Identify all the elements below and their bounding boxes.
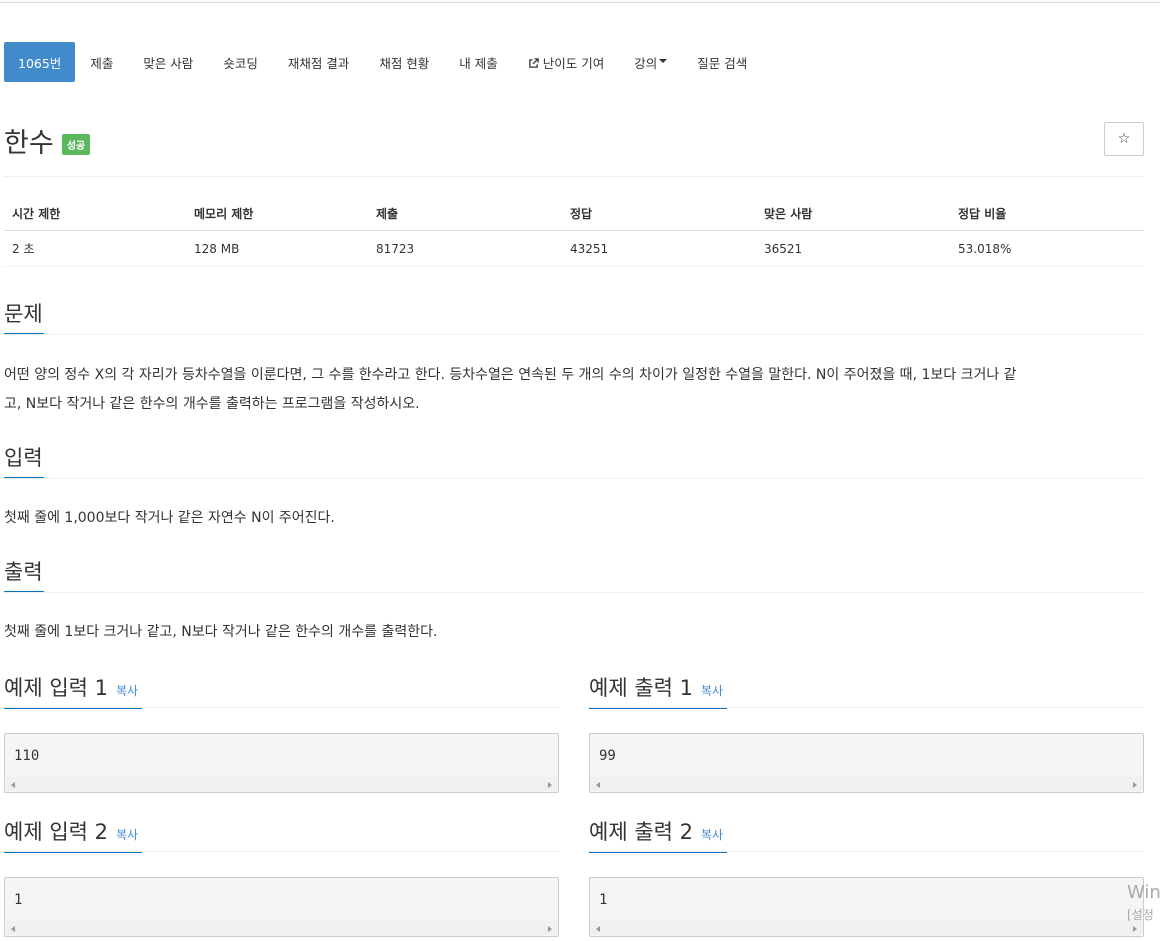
horizontal-scrollbar[interactable]	[591, 921, 1142, 935]
header-correct: 정답	[570, 207, 593, 221]
scroll-left-icon[interactable]	[11, 926, 15, 932]
sample-output-1-heading: 예제 출력 1 복사	[589, 672, 727, 709]
caret-down-icon	[659, 59, 668, 63]
copy-button[interactable]: 복사	[701, 828, 723, 842]
problem-description: 어떤 양의 정수 X의 각 자리가 등차수열을 이룬다면, 그 수를 한수라고 …	[4, 361, 1017, 419]
scroll-right-icon[interactable]	[1133, 926, 1137, 932]
sample-input-1-heading: 예제 입력 1 복사	[4, 672, 142, 709]
scroll-left-icon[interactable]	[596, 782, 600, 788]
output-description: 첫째 줄에 1보다 크거나 같고, N보다 작거나 같은 한수의 개수를 출력한…	[4, 624, 438, 640]
heading-text: 출력	[4, 560, 43, 584]
tab-label: 강의	[634, 55, 658, 71]
sample-code: 99	[599, 748, 616, 764]
tab-short-coding[interactable]: 숏코딩	[208, 42, 273, 82]
tab-my-submissions[interactable]: 내 제출	[444, 42, 512, 82]
table-row: 2 초 128 MB 81723 43251 36521 53.018%	[4, 231, 1144, 267]
scroll-right-icon[interactable]	[1133, 782, 1137, 788]
cell-memory-limit: 128 MB	[194, 241, 240, 256]
scroll-right-icon[interactable]	[548, 926, 552, 932]
heading-text: 예제 출력 1	[589, 676, 693, 700]
tab-label: 맞은 사람	[143, 55, 194, 71]
section-divider	[4, 851, 558, 852]
section-divider	[589, 851, 1144, 852]
heading-text: 예제 출력 2	[589, 820, 693, 844]
watermark-line: [설정	[1127, 908, 1154, 922]
heading-text: 예제 입력 1	[4, 676, 108, 700]
scroll-left-icon[interactable]	[596, 926, 600, 932]
section-heading-problem: 문제	[4, 298, 44, 335]
cell-correct: 43251	[570, 241, 609, 256]
sample-code: 110	[14, 748, 40, 764]
divider	[4, 176, 1144, 177]
tab-submit[interactable]: 제출	[75, 42, 128, 82]
section-divider	[4, 707, 558, 708]
header-memory-limit: 메모리 제한	[194, 207, 254, 221]
sample-input-1-box[interactable]: 110	[4, 733, 559, 793]
external-link-icon	[528, 57, 539, 68]
horizontal-scrollbar[interactable]	[6, 777, 557, 791]
sample-input-2-box[interactable]: 1	[4, 877, 559, 937]
status-badge: 성공	[61, 133, 91, 155]
copy-button[interactable]: 복사	[116, 828, 138, 842]
tab-label: 질문 검색	[697, 55, 748, 71]
sample-code: 1	[14, 892, 23, 908]
description-line: 어떤 양의 정수 X의 각 자리가 등차수열을 이룬다면, 그 수를 한수라고 …	[4, 367, 1017, 383]
tab-label: 1065번	[18, 55, 62, 71]
tab-label: 난이도 기여	[542, 55, 605, 71]
sample-output-2-heading: 예제 출력 2 복사	[589, 816, 727, 853]
windows-activation-watermark: Win [설정	[1127, 882, 1160, 926]
tab-label: 재채점 결과	[287, 55, 350, 71]
section-heading-output: 출력	[4, 556, 44, 593]
tab-label: 제출	[90, 55, 114, 71]
scroll-left-icon[interactable]	[11, 782, 15, 788]
problem-nav: 1065번 제출 맞은 사람 숏코딩 재채점 결과 채점 현황 내 제출 난이도…	[4, 42, 762, 82]
section-divider	[4, 334, 1144, 335]
copy-button[interactable]: 복사	[116, 684, 138, 698]
heading-text: 예제 입력 2	[4, 820, 108, 844]
section-divider	[4, 478, 1144, 479]
cell-accepted-users: 36521	[764, 241, 803, 256]
scroll-right-icon[interactable]	[548, 782, 552, 788]
header-accept-ratio: 정답 비율	[958, 207, 1007, 221]
sample-code: 1	[599, 892, 608, 908]
tab-label: 내 제출	[459, 55, 498, 71]
cell-accept-ratio: 53.018%	[958, 241, 1012, 256]
sample-output-1-box[interactable]: 99	[589, 733, 1144, 793]
section-divider	[589, 707, 1144, 708]
cell-submissions: 81723	[376, 241, 415, 256]
cell-time-limit: 2 초	[12, 242, 35, 256]
tab-judge-status[interactable]: 채점 현황	[364, 42, 444, 82]
copy-button[interactable]: 복사	[701, 684, 723, 698]
horizontal-scrollbar[interactable]	[591, 777, 1142, 791]
tab-question-search[interactable]: 질문 검색	[682, 42, 762, 82]
watermark-line: Win	[1127, 882, 1160, 903]
header-accepted-users: 맞은 사람	[764, 207, 813, 221]
tab-rejudge-results[interactable]: 재채점 결과	[273, 42, 364, 82]
horizontal-scrollbar[interactable]	[6, 921, 557, 935]
tab-lectures-dropdown[interactable]: 강의	[619, 42, 682, 82]
tab-problem[interactable]: 1065번	[4, 42, 76, 82]
star-icon: ☆	[1117, 131, 1131, 147]
favorite-button[interactable]: ☆	[1104, 122, 1144, 156]
tab-label: 숏코딩	[223, 55, 258, 71]
browser-top-edge	[0, 0, 1160, 3]
tab-difficulty-contribution[interactable]: 난이도 기여	[513, 42, 619, 82]
description-line: 고, N보다 작거나 같은 한수의 개수를 출력하는 프로그램을 작성하시오.	[4, 396, 420, 412]
heading-text: 문제	[4, 302, 43, 326]
section-heading-input: 입력	[4, 442, 44, 479]
header-submissions: 제출	[376, 207, 399, 221]
table-header-row: 시간 제한 메모리 제한 제출 정답 맞은 사람 정답 비율	[4, 197, 1144, 231]
page-title: 한수	[4, 127, 54, 159]
input-description: 첫째 줄에 1,000보다 작거나 같은 자연수 N이 주어진다.	[4, 510, 335, 526]
problem-info-table: 시간 제한 메모리 제한 제출 정답 맞은 사람 정답 비율 2 초 128 M…	[4, 197, 1144, 267]
tab-label: 채점 현황	[379, 55, 430, 71]
header-time-limit: 시간 제한	[12, 207, 61, 221]
tab-accepted-users[interactable]: 맞은 사람	[128, 42, 208, 82]
problem-title-row: 한수 성공	[4, 120, 91, 160]
sample-output-2-box[interactable]: 1	[589, 877, 1144, 937]
section-divider	[4, 592, 1144, 593]
heading-text: 입력	[4, 446, 43, 470]
sample-input-2-heading: 예제 입력 2 복사	[4, 816, 142, 853]
